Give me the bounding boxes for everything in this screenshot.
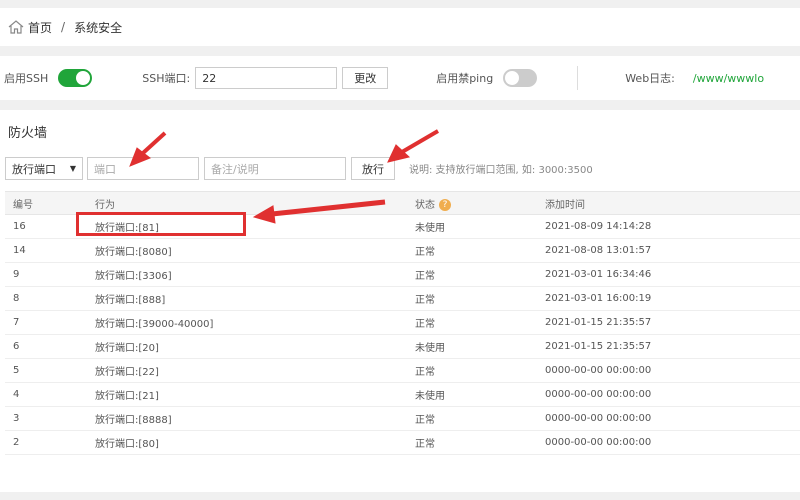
row-status: 正常: [415, 415, 435, 426]
row-time: 2021-03-01 16:34:46: [545, 269, 652, 280]
row-id: 7: [13, 317, 20, 328]
table-row: 6 放行端口:[20] 未使用 2021-01-15 21:35:57: [5, 335, 800, 359]
row-action: 放行端口:[80]: [95, 439, 159, 450]
row-id: 2: [13, 437, 20, 448]
row-action: 放行端口:[22]: [95, 367, 159, 378]
row-action: 放行端口:[39000-40000]: [95, 319, 214, 330]
row-time: 0000-00-00 00:00:00: [545, 413, 652, 424]
row-time: 2021-01-15 21:35:57: [545, 341, 652, 352]
breadcrumb-current: 系统安全: [74, 20, 123, 35]
ping-toggle[interactable]: [503, 69, 538, 87]
range-hint: 说明: 支持放行端口范围, 如: 3000:3500: [409, 165, 593, 176]
firewall-toolbar: 放行端口 ▼ 端口 备注/说明 放行 说明: 支持放行端口范围, 如: 3000…: [5, 157, 593, 180]
row-id: 8: [13, 293, 20, 304]
row-time: 2021-01-15 21:35:57: [545, 317, 652, 328]
row-id: 3: [13, 413, 20, 424]
table-row: 5 放行端口:[22] 正常 0000-00-00 00:00:00: [5, 359, 800, 383]
change-port-button[interactable]: 更改: [342, 67, 389, 89]
firewall-panel: 防火墙 放行端口 ▼ 端口 备注/说明 放行 说明: 支持放行端口范围, 如: …: [0, 110, 800, 492]
weblog-path[interactable]: /www/wwwlo: [693, 72, 764, 85]
row-status: 未使用: [415, 391, 445, 402]
row-time: 0000-00-00 00:00:00: [545, 437, 652, 448]
ssh-port-label: SSH端口:: [142, 72, 191, 85]
row-action: 放行端口:[888]: [95, 295, 166, 306]
table-row: 8 放行端口:[888] 正常 2021-03-01 16:00:19: [5, 287, 800, 311]
enable-ssh-label: 启用SSH: [4, 72, 49, 85]
col-action: 行为: [95, 199, 115, 211]
table-row: 14 放行端口:[8080] 正常 2021-08-08 13:01:57: [5, 239, 800, 263]
row-status: 正常: [415, 439, 435, 450]
col-added: 添加时间: [545, 199, 585, 211]
col-id: 编号: [13, 199, 33, 211]
ssh-port-input[interactable]: 22: [195, 67, 338, 89]
row-action: 放行端口:[21]: [95, 391, 159, 402]
rule-type-select[interactable]: 放行端口 ▼: [5, 157, 83, 180]
help-icon[interactable]: ?: [439, 198, 451, 211]
row-action: 放行端口:[20]: [95, 343, 159, 354]
row-id: 6: [13, 341, 20, 352]
col-status: 状态?: [415, 196, 545, 211]
breadcrumb-separator: /: [61, 20, 66, 34]
rule-type-value: 放行端口: [12, 162, 56, 176]
firewall-title: 防火墙: [8, 126, 48, 141]
table-row: 2 放行端口:[80] 正常 0000-00-00 00:00:00: [5, 431, 800, 455]
row-time: 0000-00-00 00:00:00: [545, 365, 652, 376]
row-id: 5: [13, 365, 20, 376]
weblog-label: Web日志:: [625, 72, 675, 85]
row-id: 9: [13, 269, 20, 280]
row-id: 14: [13, 245, 26, 256]
row-status: 未使用: [415, 343, 445, 354]
row-action: 放行端口:[3306]: [95, 271, 172, 282]
row-time: 2021-08-08 13:01:57: [545, 245, 652, 256]
col-status-label: 状态: [415, 199, 435, 211]
row-time: 2021-03-01 16:00:19: [545, 293, 652, 304]
toggle-knob: [76, 71, 91, 85]
breadcrumb-home[interactable]: 首页: [28, 19, 52, 36]
row-action: 放行端口:[8888]: [95, 415, 172, 426]
row-action: 放行端口:[8080]: [95, 247, 172, 258]
disable-ping-label: 启用禁ping: [436, 72, 494, 85]
divider: [577, 66, 579, 90]
caret-down-icon: ▼: [69, 164, 76, 173]
ssh-settings-bar: 启用SSH SSH端口: 22 更改 启用禁ping Web日志: /www/w…: [0, 56, 800, 100]
row-id: 4: [13, 389, 20, 400]
home-icon[interactable]: [8, 20, 24, 34]
ssh-toggle[interactable]: [58, 69, 93, 87]
table-body: 16 放行端口:[81] 未使用 2021-08-09 14:14:28 14 放行端口:…: [5, 215, 800, 455]
row-status: 正常: [415, 247, 435, 258]
port-input[interactable]: 端口: [87, 157, 199, 180]
table-row: 9 放行端口:[3306] 正常 2021-03-01 16:34:46: [5, 263, 800, 287]
allow-button[interactable]: 放行: [351, 157, 395, 180]
table-row: 3 放行端口:[8888] 正常 0000-00-00 00:00:00: [5, 407, 800, 431]
row-status: 正常: [415, 319, 435, 330]
row-time: 2021-08-09 14:14:28: [545, 221, 652, 232]
row-status: 正常: [415, 367, 435, 378]
toggle-knob: [505, 71, 520, 85]
note-input[interactable]: 备注/说明: [204, 157, 346, 180]
row-status: 正常: [415, 271, 435, 282]
table-row: 4 放行端口:[21] 未使用 0000-00-00 00:00:00: [5, 383, 800, 407]
row-time: 0000-00-00 00:00:00: [545, 389, 652, 400]
table-row: 7 放行端口:[39000-40000] 正常 2021-01-15 21:35:57: [5, 311, 800, 335]
annotation-highlight-box: [76, 212, 246, 236]
row-status: 正常: [415, 295, 435, 306]
breadcrumb: 首页 / 系统安全: [0, 8, 800, 46]
row-status: 未使用: [415, 223, 445, 234]
